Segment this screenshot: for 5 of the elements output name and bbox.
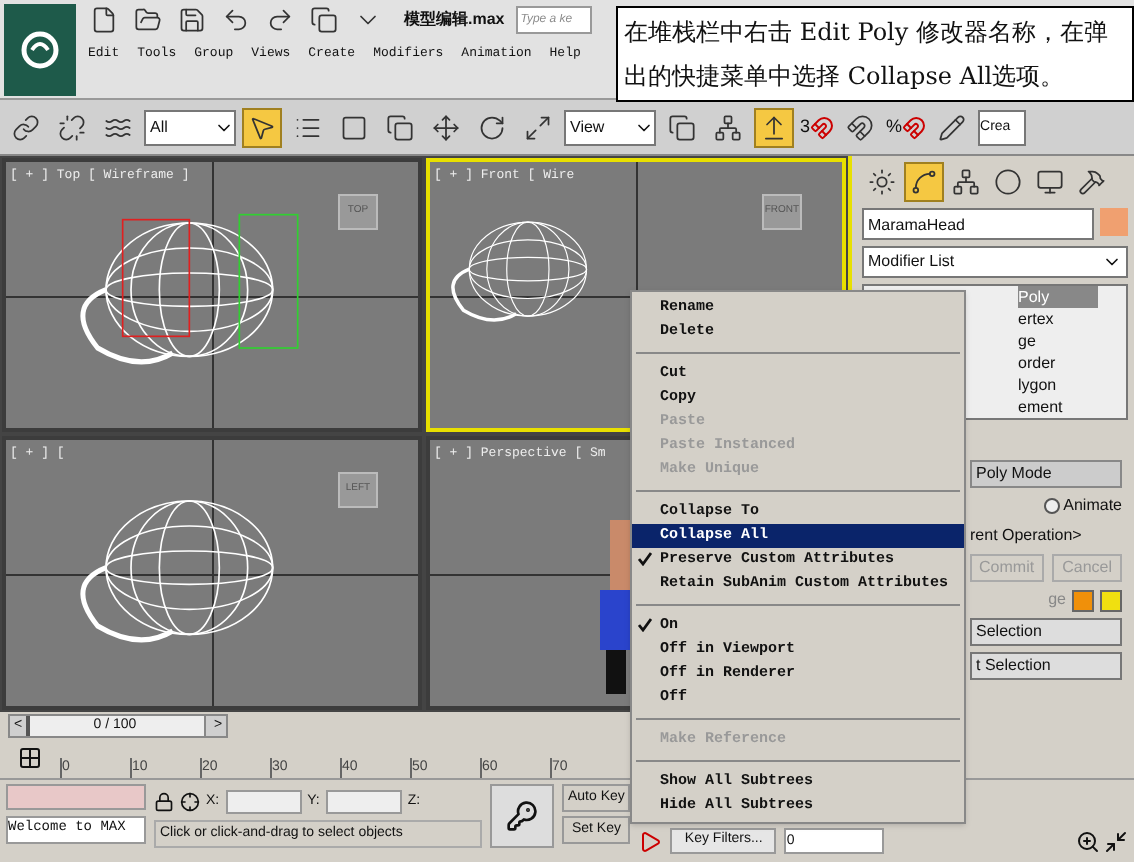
window-title: 模型编辑.max	[404, 8, 505, 32]
swatch-label: ge	[1048, 588, 1066, 612]
callout-note: 在堆栈栏中右击 Edit Poly 修改器名称，在弹出的快捷菜单中选择 Collapse All选项。	[616, 6, 1134, 102]
animate-label: Animate	[1063, 494, 1122, 518]
operation-label: rent Operation>	[970, 524, 1084, 548]
